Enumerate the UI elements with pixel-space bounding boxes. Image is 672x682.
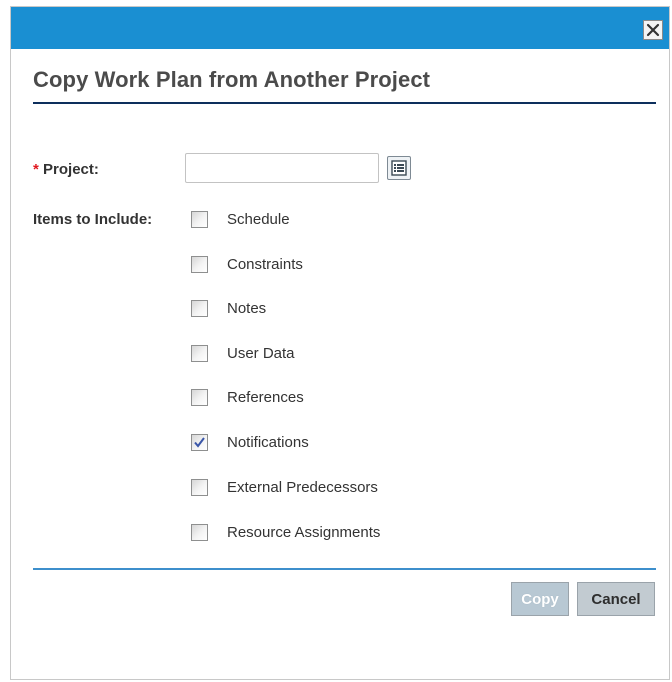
include-item-label: Notes [227,299,267,317]
title-divider [33,102,656,104]
include-checkbox[interactable] [191,433,208,451]
include-checkbox[interactable] [191,388,208,406]
include-checkbox[interactable] [191,344,208,362]
include-item[interactable]: References [191,385,304,409]
include-item[interactable]: Constraints [191,252,303,276]
copy-button[interactable]: Copy [511,582,569,616]
project-lookup-button[interactable] [387,156,411,180]
include-item-label: Constraints [227,255,303,273]
include-item-label: Notifications [227,433,309,451]
include-checkbox[interactable] [191,210,208,228]
include-checkbox[interactable] [191,523,208,541]
include-item[interactable]: Resource Assignments [191,520,380,544]
close-icon [646,23,660,37]
include-item-label: References [227,388,304,406]
project-label-text: Project: [43,161,99,178]
include-checkbox[interactable] [191,255,208,273]
checkmark-icon [194,436,205,448]
copy-work-plan-dialog: Copy Work Plan from Another Project * Pr… [10,6,670,680]
project-field-label: * Project: [33,161,99,178]
include-item-label: Resource Assignments [227,523,381,541]
include-item[interactable]: Notifications [191,430,309,454]
project-input[interactable] [185,153,379,183]
include-checkbox[interactable] [191,478,208,496]
include-item-label: External Predecessors [227,478,378,496]
dialog-titlebar[interactable] [11,7,669,49]
cancel-button[interactable]: Cancel [577,582,655,616]
dialog-title: Copy Work Plan from Another Project [33,67,431,92]
footer-divider [33,568,656,570]
required-marker: * [33,161,39,178]
items-to-include-label: Items to Include: [33,211,153,228]
include-item-label: User Data [227,344,295,362]
include-item-label: Schedule [227,210,290,228]
include-item[interactable]: Schedule [191,207,290,231]
include-item[interactable]: Notes [191,296,266,320]
include-item[interactable]: External Predecessors [191,475,378,499]
include-checkbox[interactable] [191,299,208,317]
close-button[interactable] [643,20,663,40]
include-item[interactable]: User Data [191,341,295,365]
list-lookup-icon [391,160,407,176]
